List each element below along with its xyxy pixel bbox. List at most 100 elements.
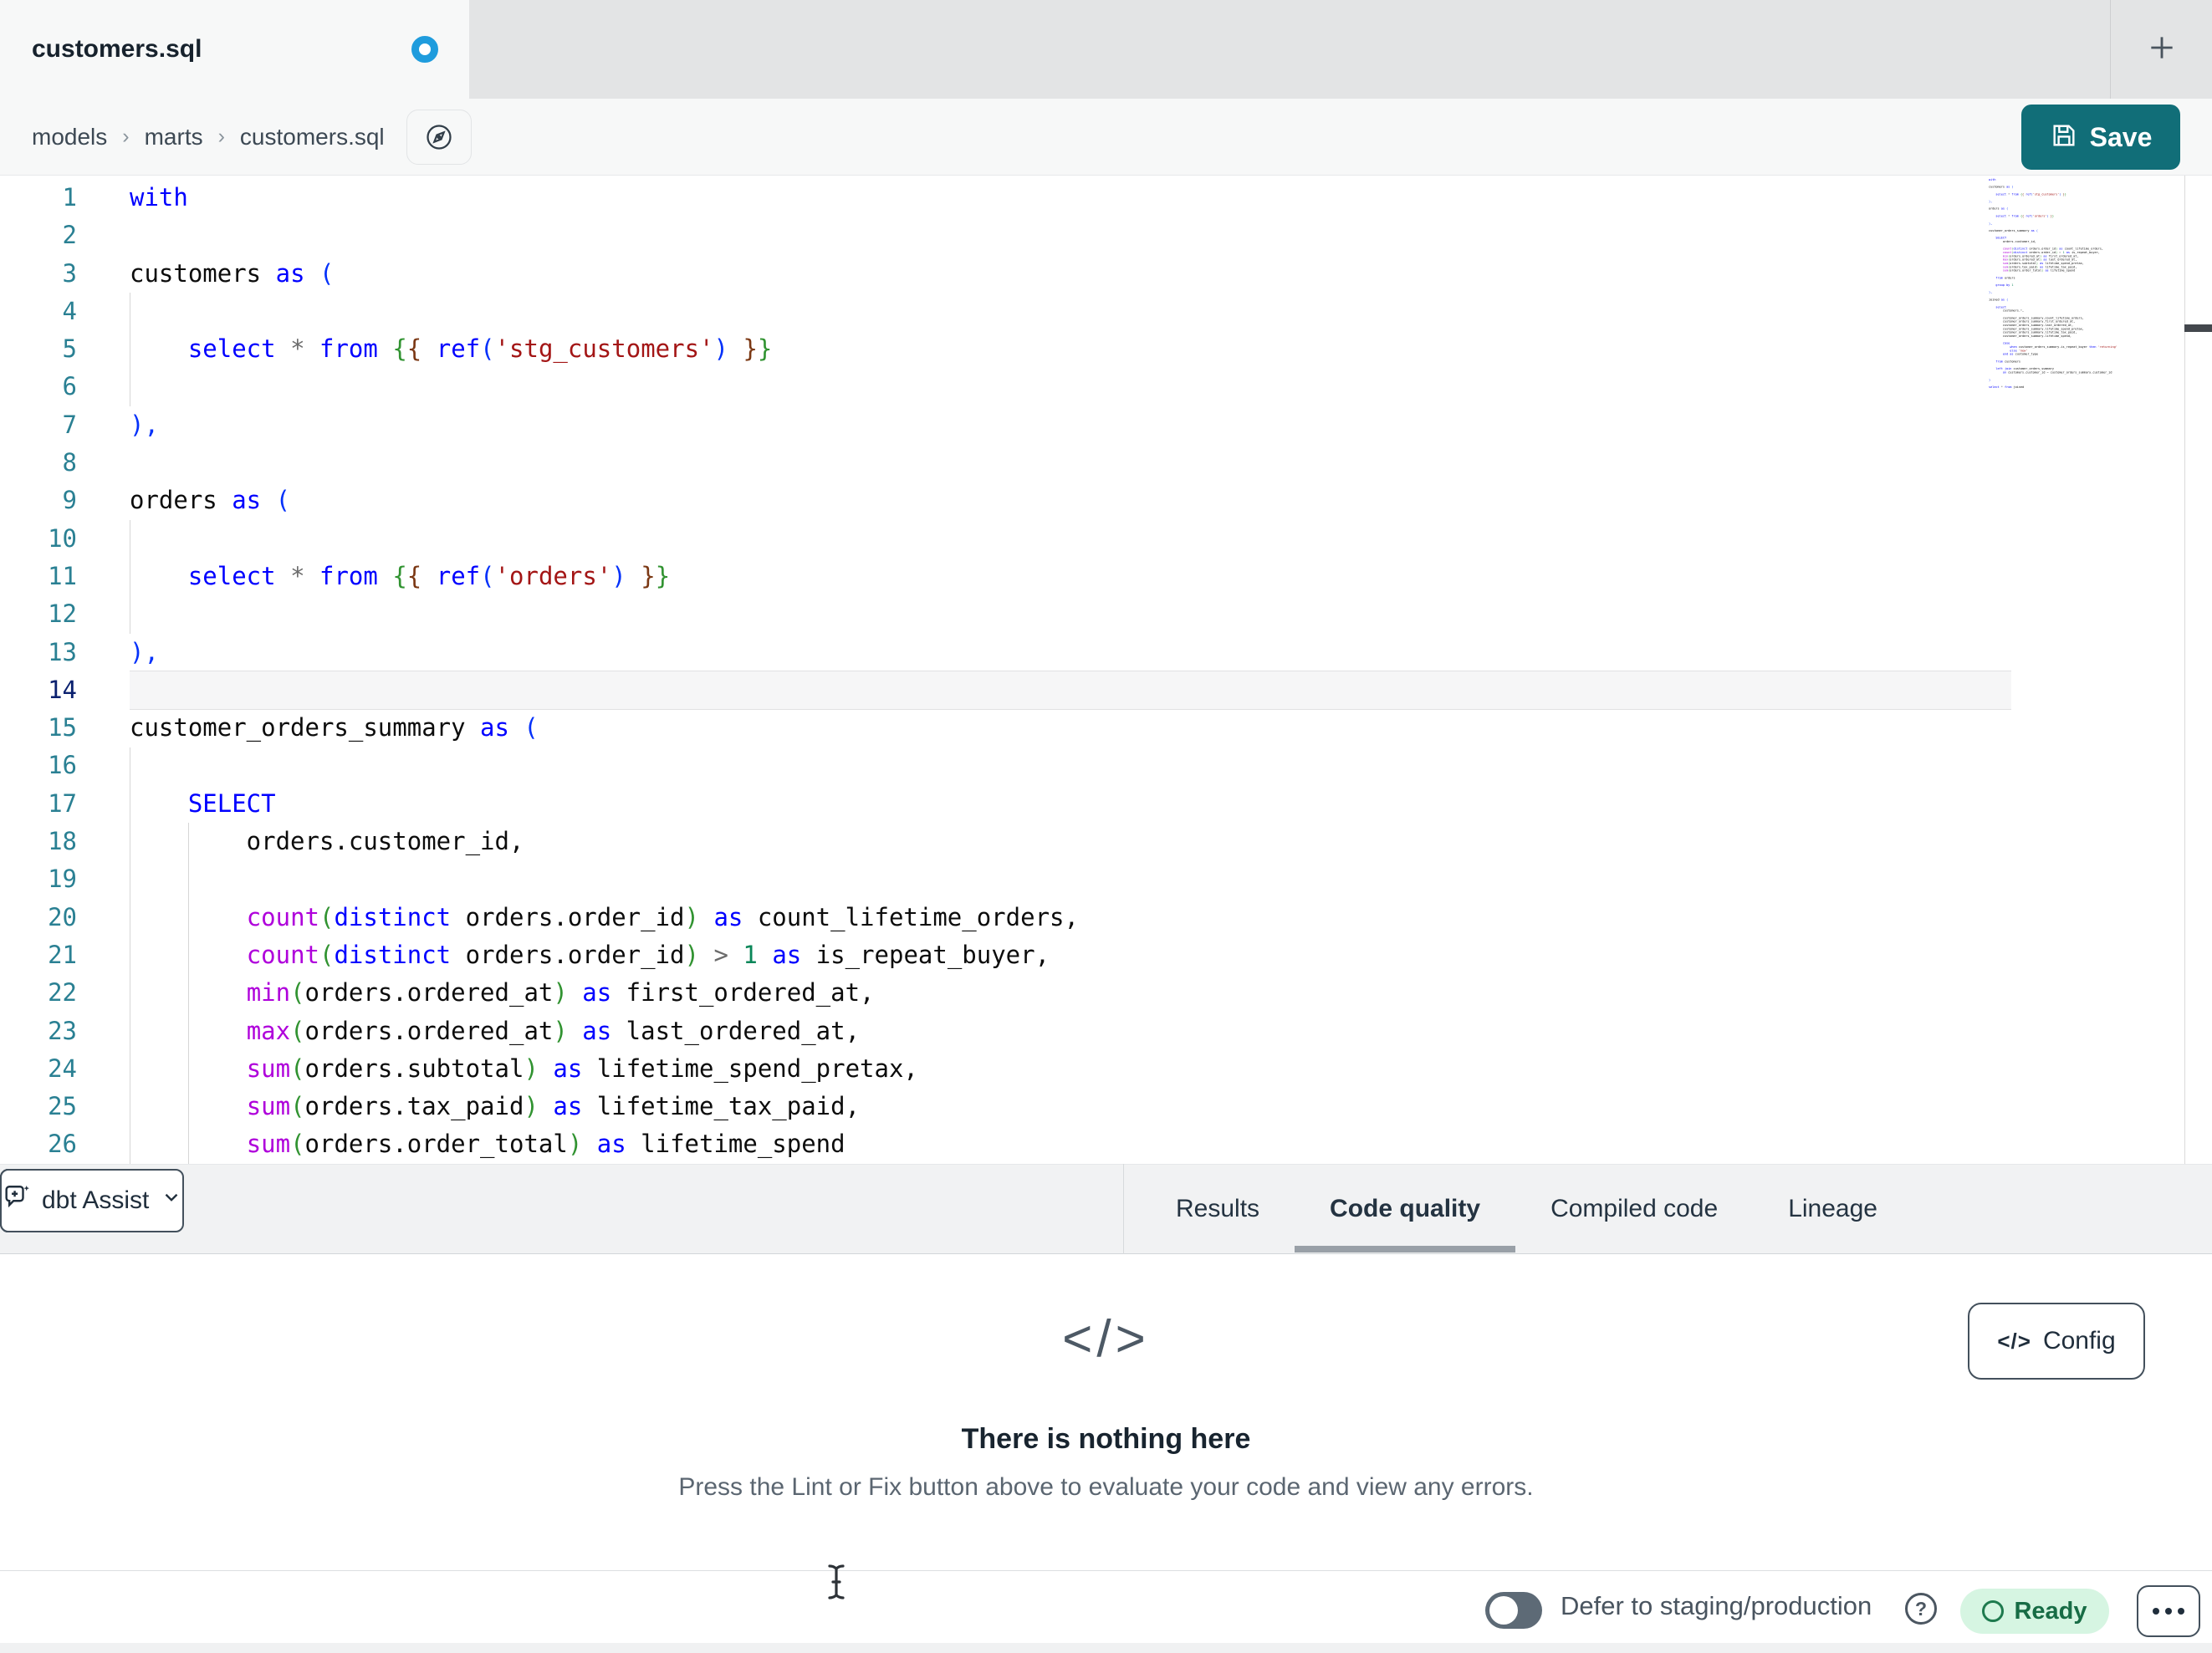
- code-line-11[interactable]: 11 select * from {{ ref('orders') }}: [0, 558, 2212, 595]
- breadcrumb-item-models[interactable]: models: [32, 124, 107, 151]
- code-line-15[interactable]: 15 customer_orders_summary as (: [0, 709, 2212, 747]
- file-tab-title: customers.sql: [32, 35, 202, 63]
- line-number: 18: [48, 827, 77, 856]
- code-line-20[interactable]: 20 count(distinct orders.order_id) as co…: [0, 899, 2212, 936]
- line-number: 24: [48, 1054, 77, 1083]
- code-line-text: count(distinct orders.order_id) > 1 as i…: [246, 940, 1050, 969]
- code-line-text: select * from {{ ref('stg_customers') }}: [187, 334, 773, 364]
- line-number: 17: [48, 788, 77, 818]
- chat-sparkle-icon: [2, 1183, 30, 1218]
- chevron-down-icon: [161, 1186, 182, 1215]
- code-line-18[interactable]: 18 orders.customer_id,: [0, 823, 2212, 860]
- breadcrumb-item-customers-sql[interactable]: customers.sql: [240, 124, 385, 151]
- code-line-6[interactable]: 6: [0, 368, 2212, 406]
- line-number: 8: [62, 448, 77, 477]
- unsaved-changes-dot-icon: [411, 36, 438, 63]
- line-number: 9: [62, 486, 77, 515]
- code-line-text: ),: [130, 637, 159, 666]
- compass-icon[interactable]: [406, 109, 472, 165]
- code-quality-panel: [0, 1254, 2212, 1570]
- empty-state-code-icon: </>: [1062, 1310, 1150, 1368]
- status-ring-icon: [1982, 1600, 2005, 1622]
- tab-lineage[interactable]: Lineage: [1753, 1164, 1913, 1254]
- empty-state-subtitle: Press the Lint or Fix button above to ev…: [678, 1473, 1534, 1501]
- code-line-9[interactable]: 9 orders as (: [0, 482, 2212, 519]
- new-tab-button[interactable]: [2111, 0, 2212, 99]
- dbt-assist-button[interactable]: dbt Assist: [0, 1169, 185, 1232]
- code-line-text: sum(orders.order_total) as lifetime_spen…: [246, 1130, 845, 1159]
- code-line-text: orders as (: [130, 486, 291, 515]
- code-line-19[interactable]: 19: [0, 860, 2212, 898]
- line-number: 15: [48, 713, 77, 742]
- ellipsis-icon: [2153, 1608, 2159, 1615]
- line-number: 10: [48, 523, 77, 553]
- code-line-text: max(orders.ordered_at) as last_ordered_a…: [246, 1016, 861, 1045]
- toggle-knob: [1489, 1596, 1518, 1625]
- defer-label: Defer to staging/production: [1561, 1591, 1872, 1620]
- line-number: 12: [48, 599, 77, 629]
- code-line-10[interactable]: 10: [0, 520, 2212, 558]
- overview-ruler-cursor-marker: [2184, 324, 2212, 332]
- line-number: 25: [48, 1092, 77, 1121]
- code-line-5[interactable]: 5 select * from {{ ref('stg_customers') …: [0, 330, 2212, 368]
- window-bottom-edge: [0, 1643, 2212, 1653]
- ready-label: Ready: [2014, 1597, 2087, 1625]
- code-line-21[interactable]: 21 count(distinct orders.order_id) > 1 a…: [0, 936, 2212, 974]
- tab-results[interactable]: Results: [1141, 1164, 1295, 1254]
- current-line-highlight: [130, 670, 2011, 711]
- code-line-3[interactable]: 3 customers as (: [0, 255, 2212, 293]
- line-number: 7: [62, 410, 77, 439]
- line-number: 23: [48, 1016, 77, 1045]
- breadcrumb-separator: ›: [217, 125, 225, 148]
- code-line-26[interactable]: 26 sum(orders.order_total) as lifetime_s…: [0, 1125, 2212, 1163]
- line-number: 11: [48, 561, 77, 590]
- code-line-text: count(distinct orders.order_id) as count…: [246, 902, 1079, 931]
- code-line-22[interactable]: 22 min(orders.ordered_at) as first_order…: [0, 974, 2212, 1012]
- question-mark: ?: [1914, 1597, 1928, 1620]
- dbt-ide-window: customers.sql models › marts › customers.sql…: [0, 0, 2212, 1653]
- code-line-text: sum(orders.tax_paid) as lifetime_tax_pai…: [246, 1092, 861, 1121]
- code-line-7[interactable]: 7),: [0, 406, 2212, 444]
- code-line-17[interactable]: 17 SELECT: [0, 785, 2212, 823]
- save-button[interactable]: Save: [2021, 105, 2180, 170]
- line-number: 19: [48, 865, 77, 894]
- code-line-1[interactable]: 1 with: [0, 179, 2212, 217]
- code-line-text: sum(orders.subtotal) as lifetime_spend_p…: [246, 1054, 918, 1083]
- dbt-assist-label: dbt Assist: [42, 1186, 150, 1214]
- line-number: 5: [62, 334, 77, 364]
- question-circle-icon[interactable]: ?: [1905, 1593, 1937, 1625]
- minimap[interactable]: with customers as ( select * from {{ ref(…: [1989, 178, 2183, 394]
- more-options-button[interactable]: [2137, 1585, 2200, 1637]
- code-line-25[interactable]: 25 sum(orders.tax_paid) as lifetime_tax_…: [0, 1088, 2212, 1125]
- code-line-23[interactable]: 23 max(orders.ordered_at) as last_ordere…: [0, 1013, 2212, 1050]
- line-number: 1: [62, 183, 77, 212]
- tab-code-quality[interactable]: Code quality: [1295, 1164, 1516, 1254]
- minimap-line: select * from joined: [1989, 385, 2025, 389]
- save-label: Save: [2089, 121, 2153, 152]
- code-line-16[interactable]: 16: [0, 747, 2212, 784]
- defer-toggle[interactable]: [1485, 1592, 1542, 1629]
- tab-bar: customers.sql: [0, 0, 2212, 99]
- code-editor[interactable]: 1 with 2 3 customers as (4 5 select * from {{…: [0, 176, 2212, 1164]
- code-line-2[interactable]: 2: [0, 217, 2212, 254]
- breadcrumb-separator: ›: [122, 125, 130, 148]
- code-line-14[interactable]: 14: [0, 670, 2212, 711]
- line-number: 16: [48, 751, 77, 780]
- breadcrumb-item-marts[interactable]: marts: [145, 124, 203, 151]
- code-line-12[interactable]: 12: [0, 595, 2212, 633]
- code-line-text: with: [130, 183, 188, 212]
- tab-compiled-code[interactable]: Compiled code: [1515, 1164, 1753, 1254]
- breadcrumb: models › marts › customers.sql: [0, 99, 2212, 176]
- code-line-4[interactable]: 4: [0, 293, 2212, 330]
- mouse-ibeam-cursor: [823, 1564, 850, 1600]
- code-line-13[interactable]: 13),: [0, 634, 2212, 671]
- code-line-24[interactable]: 24 sum(orders.subtotal) as lifetime_spen…: [0, 1050, 2212, 1088]
- code-line-8[interactable]: 8: [0, 444, 2212, 482]
- code-line-text: customer_orders_summary as (: [130, 713, 539, 742]
- ready-status-badge[interactable]: Ready: [1960, 1589, 2109, 1634]
- code-line-text: orders.customer_id,: [130, 827, 524, 856]
- floppy-disk-icon: [2050, 121, 2078, 154]
- plus-icon: [2146, 32, 2178, 68]
- code-line-text: ),: [130, 410, 159, 439]
- file-tab-customers-sql[interactable]: customers.sql: [0, 0, 469, 99]
